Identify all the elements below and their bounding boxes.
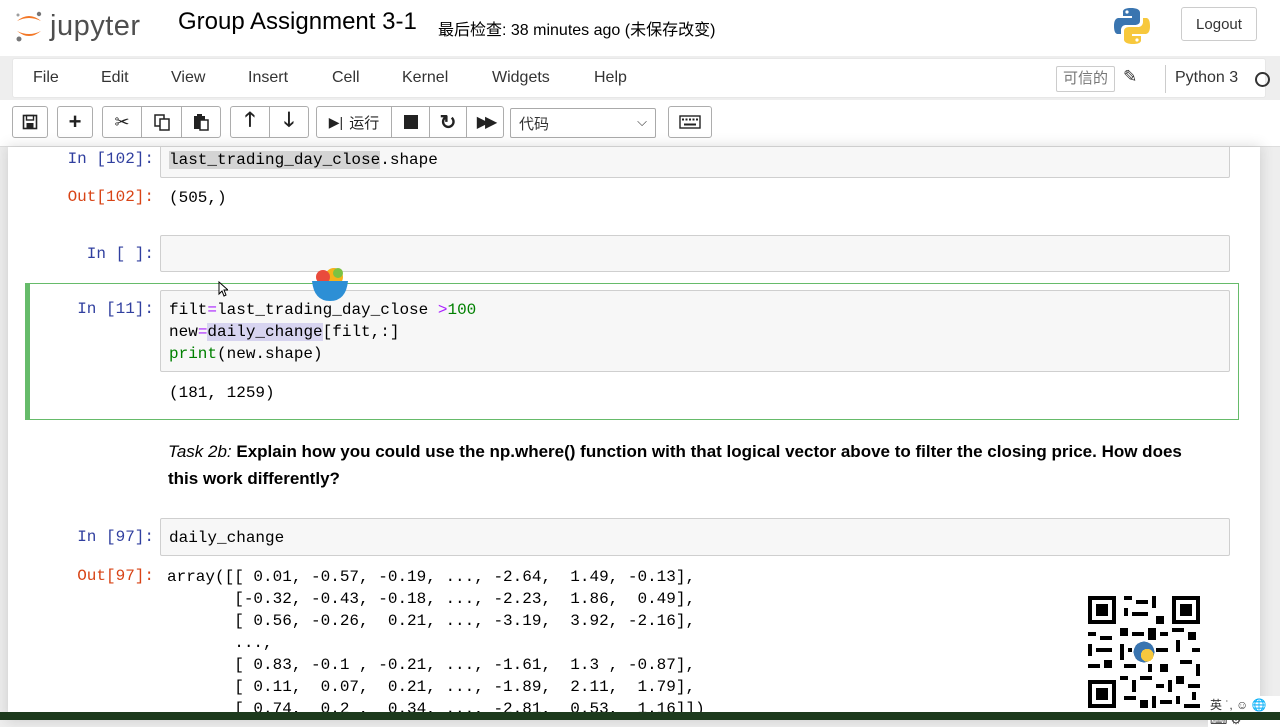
menu-file[interactable]: File	[33, 69, 59, 87]
save-icon	[22, 114, 38, 130]
output-line: [-0.32, -0.43, -0.18, ..., -2.23, 1.86, …	[167, 590, 696, 608]
menu-widgets[interactable]: Widgets	[492, 69, 550, 87]
cell-output: (181, 1259)	[169, 384, 275, 402]
edit-mode-pencil-icon: ✎	[1123, 67, 1138, 86]
restart-run-all-button[interactable]: ▶▶	[466, 106, 504, 138]
save-button[interactable]	[12, 106, 48, 138]
menubar: File Edit View Insert Cell Kernel Widget…	[12, 58, 1270, 98]
code-cell-input[interactable]: daily_change	[160, 518, 1230, 556]
code-cell-input[interactable]: last_trading_day_close.shape	[160, 147, 1230, 178]
plus-icon: +	[68, 109, 82, 134]
cell-input-prompt: In [11]:	[77, 300, 154, 318]
output-line: [ 0.56, -0.26, 0.21, ..., -3.19, 3.92, -…	[167, 612, 696, 630]
menu-insert[interactable]: Insert	[248, 69, 288, 87]
menu-view[interactable]: View	[171, 69, 205, 87]
restart-icon: ↻	[439, 111, 457, 134]
task-text: Explain how you could use the np.where()…	[168, 442, 1182, 488]
notebook-container[interactable]: In [102]: last_trading_day_close.shape O…	[8, 147, 1260, 720]
cell-output: (505,)	[169, 189, 227, 207]
logout-button[interactable]: Logout	[1181, 7, 1257, 41]
code-operator: =	[197, 323, 208, 341]
code-builtin: print	[169, 345, 218, 363]
markdown-task: Task 2b: Explain how you could use the n…	[168, 438, 1208, 492]
output-line: [ 0.83, -0.1 , -0.21, ..., -1.61, 1.3 , …	[167, 656, 696, 674]
mouse-cursor-icon	[218, 280, 230, 302]
output-line: ...,	[167, 634, 273, 652]
menu-edit[interactable]: Edit	[101, 69, 129, 87]
menu-cell[interactable]: Cell	[332, 69, 360, 87]
run-button[interactable]: ▶| 运行	[316, 106, 392, 138]
python-logo-icon	[1112, 6, 1152, 51]
menu-kernel[interactable]: Kernel	[402, 69, 448, 87]
header: jupyter Group Assignment 3-1 最后检查: 38 mi…	[0, 0, 1280, 56]
trusted-indicator[interactable]: 可信的	[1056, 66, 1116, 92]
jupyter-logo-icon	[16, 11, 42, 42]
logo-text: jupyter	[50, 9, 141, 42]
keyboard-icon	[679, 115, 701, 129]
kernel-name[interactable]: Python 3	[1175, 69, 1238, 87]
notebook-name[interactable]: Group Assignment 3-1	[178, 8, 417, 36]
restart-button[interactable]: ↻	[429, 106, 467, 138]
menu-help[interactable]: Help	[594, 69, 627, 87]
cell-input-prompt: In [ ]:	[86, 245, 154, 263]
highlighted-variable: daily_change	[207, 323, 323, 341]
cell-input-prompt: In [102]:	[67, 150, 154, 168]
taskbar	[0, 712, 1280, 720]
code-operator: =	[207, 301, 218, 319]
paste-button[interactable]	[181, 106, 221, 138]
arrow-down-icon: 🡓	[283, 109, 295, 131]
stop-icon	[403, 115, 418, 129]
insert-cell-button[interactable]: +	[57, 106, 93, 138]
floating-bowl-icon[interactable]	[310, 265, 350, 310]
qr-code-image	[1080, 588, 1208, 716]
cell-output-prompt: Out[102]:	[67, 188, 154, 206]
move-up-button[interactable]: 🡑	[230, 106, 270, 138]
code-number: 100	[447, 301, 477, 319]
code-attribute: .shape	[380, 151, 438, 169]
command-palette-button[interactable]	[668, 106, 712, 138]
code-token: (new.shape)	[217, 345, 323, 363]
checkpoint-status: 最后检查: 38 minutes ago (未保存改变)	[438, 22, 716, 39]
copy-button[interactable]	[141, 106, 182, 138]
fast-forward-icon: ▶▶	[476, 114, 498, 131]
cell-output-prompt: Out[97]:	[77, 567, 154, 585]
kernel-idle-indicator-icon	[1255, 72, 1270, 87]
highlighted-variable: last_trading_day_close	[169, 151, 381, 169]
paste-icon	[194, 114, 209, 131]
cell-type-value: 代码	[519, 116, 550, 133]
copy-icon	[153, 114, 170, 131]
code-token: new	[169, 323, 198, 341]
cut-button[interactable]: ✂	[102, 106, 142, 138]
code-line: last_trading_day_close.shape	[169, 149, 438, 171]
cell-type-select[interactable]: 代码 ⌵	[510, 108, 656, 138]
cell-output-array: array([[ 0.01, -0.57, -0.19, ..., -2.64,…	[167, 566, 705, 720]
output-line: [ 0.11, 0.07, 0.21, ..., -1.89, 2.11, 1.…	[167, 678, 696, 696]
move-down-button[interactable]: 🡓	[269, 106, 309, 138]
code-token: [filt,:]	[322, 323, 400, 341]
cell-input-prompt: In [97]:	[77, 528, 154, 546]
code-line: daily_change	[169, 529, 285, 547]
interrupt-button[interactable]	[391, 106, 430, 138]
jupyter-logo[interactable]: jupyter	[14, 6, 160, 46]
chevron-down-icon: ⌵	[637, 114, 647, 129]
kernel-divider	[1165, 65, 1166, 93]
run-icon: ▶|	[328, 113, 344, 130]
task-label: Task 2b:	[168, 442, 232, 461]
scissors-icon: ✂	[114, 111, 130, 132]
output-line: array([[ 0.01, -0.57, -0.19, ..., -2.64,…	[167, 568, 696, 586]
run-label: 运行	[349, 114, 380, 132]
code-token: filt	[169, 301, 208, 319]
arrow-up-icon: 🡑	[244, 109, 256, 131]
toolbar: + ✂ 🡑 🡓 ▶| 运行 ↻ ▶▶ 代码 ⌵	[0, 100, 1280, 147]
